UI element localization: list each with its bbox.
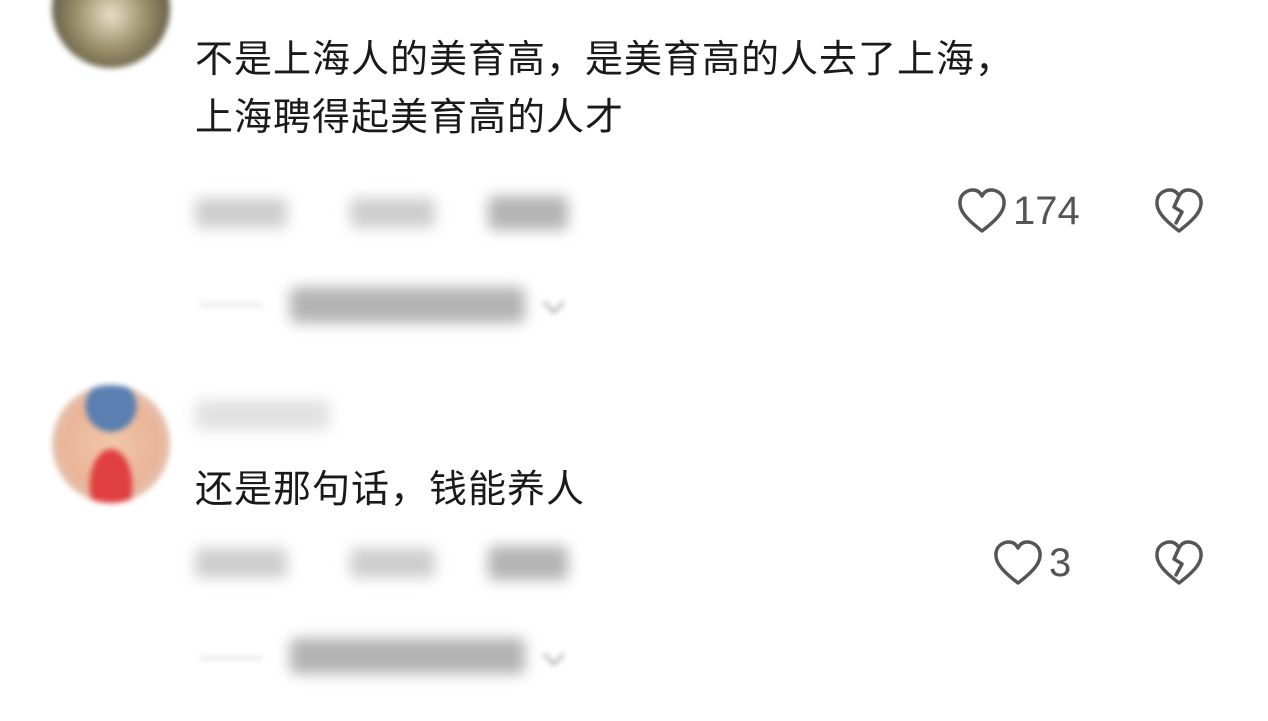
heart-outline-icon — [958, 188, 1006, 233]
reply-divider — [200, 657, 262, 659]
like-button[interactable]: 174 — [957, 188, 1080, 234]
reply-button[interactable] — [488, 546, 568, 580]
comment-date — [195, 548, 287, 578]
expand-replies-button[interactable] — [290, 638, 525, 674]
comment-location — [350, 198, 435, 228]
dislike-button[interactable] — [1154, 188, 1204, 238]
avatar[interactable] — [52, 0, 170, 68]
comment-text: 还是那句话，钱能养人 — [195, 460, 585, 518]
avatar[interactable] — [52, 385, 170, 503]
comment-text-line: 上海聘得起美育高的人才 — [195, 95, 625, 139]
heart-outline-icon — [994, 540, 1042, 585]
like-count: 174 — [1013, 188, 1080, 233]
expand-replies-button[interactable] — [290, 287, 525, 323]
reply-button[interactable] — [488, 196, 568, 230]
comment-text-line: 还是那句话，钱能养人 — [195, 467, 586, 511]
broken-heart-icon — [1155, 540, 1203, 585]
like-count: 3 — [1049, 540, 1072, 585]
comment-text-line: 不是上海人的美育高，是美育高的人去了上海， — [195, 37, 1015, 81]
chevron-down-icon — [542, 300, 566, 315]
username — [195, 400, 330, 430]
comment-text: 不是上海人的美育高，是美育高的人去了上海， 上海聘得起美育高的人才 — [195, 30, 1014, 146]
like-button[interactable]: 3 — [993, 540, 1071, 586]
broken-heart-icon — [1155, 188, 1203, 233]
dislike-button[interactable] — [1154, 540, 1204, 590]
reply-divider — [200, 304, 262, 306]
comment-date — [195, 198, 287, 228]
comment-location — [350, 548, 435, 578]
chevron-down-icon — [542, 652, 566, 667]
